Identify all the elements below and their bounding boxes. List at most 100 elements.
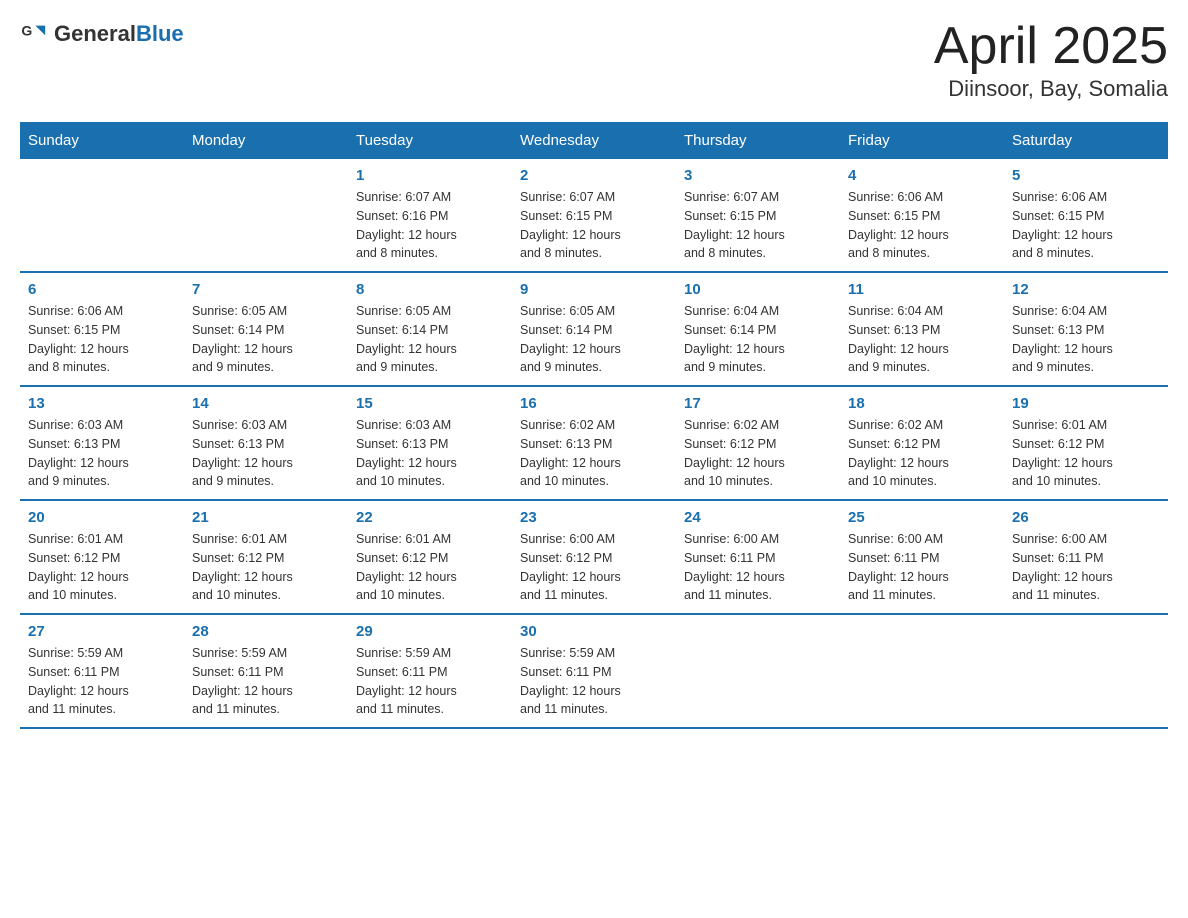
day-info: Sunrise: 6:00 AMSunset: 6:12 PMDaylight:…: [520, 530, 668, 605]
calendar-day-cell: 13 Sunrise: 6:03 AMSunset: 6:13 PMDayligh…: [20, 386, 184, 500]
day-number: 6: [28, 281, 176, 298]
day-info: Sunrise: 6:05 AMSunset: 6:14 PMDaylight:…: [192, 302, 340, 377]
day-number: 9: [520, 281, 668, 298]
day-number: 4: [848, 167, 996, 184]
day-of-week-header: Tuesday: [348, 122, 512, 159]
calendar-day-cell: 7 Sunrise: 6:05 AMSunset: 6:14 PMDaylight…: [184, 272, 348, 386]
calendar-day-cell: 27 Sunrise: 5:59 AMSunset: 6:11 PMDayligh…: [20, 614, 184, 728]
calendar-day-cell: 21 Sunrise: 6:01 AMSunset: 6:12 PMDayligh…: [184, 500, 348, 614]
logo-icon: G: [20, 20, 48, 48]
day-info: Sunrise: 5:59 AMSunset: 6:11 PMDaylight:…: [520, 644, 668, 719]
calendar-day-cell: 25Sunrise: 6:00 AMSunset: 6:11 PMDayligh…: [840, 500, 1004, 614]
calendar-subtitle: Diinsoor, Bay, Somalia: [934, 76, 1168, 102]
day-info: Sunrise: 6:03 AMSunset: 6:13 PMDaylight:…: [28, 416, 176, 491]
calendar-day-cell: 9 Sunrise: 6:05 AMSunset: 6:14 PMDaylight…: [512, 272, 676, 386]
day-info: Sunrise: 5:59 AMSunset: 6:11 PMDaylight:…: [28, 644, 176, 719]
page-header: G GeneralBlue April 2025 Diinsoor, Bay, …: [20, 20, 1168, 102]
day-info: Sunrise: 6:05 AMSunset: 6:14 PMDaylight:…: [356, 302, 504, 377]
calendar-day-cell: 19Sunrise: 6:01 AMSunset: 6:12 PMDayligh…: [1004, 386, 1168, 500]
day-number: 17: [684, 395, 832, 412]
title-block: April 2025 Diinsoor, Bay, Somalia: [934, 20, 1168, 102]
calendar-day-cell: 12 Sunrise: 6:04 AMSunset: 6:13 PMDayligh…: [1004, 272, 1168, 386]
calendar-day-cell: 20Sunrise: 6:01 AMSunset: 6:12 PMDayligh…: [20, 500, 184, 614]
day-number: 12: [1012, 281, 1160, 298]
day-info: Sunrise: 6:04 AMSunset: 6:13 PMDaylight:…: [1012, 302, 1160, 377]
day-number: 13: [28, 395, 176, 412]
day-of-week-header: Wednesday: [512, 122, 676, 159]
day-number: 8: [356, 281, 504, 298]
day-info: Sunrise: 6:06 AMSunset: 6:15 PMDaylight:…: [28, 302, 176, 377]
day-of-week-header: Thursday: [676, 122, 840, 159]
day-info: Sunrise: 6:07 AMSunset: 6:16 PMDaylight:…: [356, 188, 504, 263]
calendar-week-row: 27 Sunrise: 5:59 AMSunset: 6:11 PMDayligh…: [20, 614, 1168, 728]
day-number: 29: [356, 623, 504, 640]
calendar-day-cell: 4 Sunrise: 6:06 AMSunset: 6:15 PMDaylight…: [840, 159, 1004, 272]
day-info: Sunrise: 6:04 AMSunset: 6:14 PMDaylight:…: [684, 302, 832, 377]
day-info: Sunrise: 6:04 AMSunset: 6:13 PMDaylight:…: [848, 302, 996, 377]
day-number: 22: [356, 509, 504, 526]
calendar-day-cell: [1004, 614, 1168, 728]
day-info: Sunrise: 6:00 AMSunset: 6:11 PMDaylight:…: [848, 530, 996, 605]
calendar-day-cell: 29 Sunrise: 5:59 AMSunset: 6:11 PMDayligh…: [348, 614, 512, 728]
calendar-title: April 2025: [934, 20, 1168, 72]
day-info: Sunrise: 5:59 AMSunset: 6:11 PMDaylight:…: [192, 644, 340, 719]
day-info: Sunrise: 6:00 AMSunset: 6:11 PMDaylight:…: [1012, 530, 1160, 605]
calendar-day-cell: 30Sunrise: 5:59 AMSunset: 6:11 PMDayligh…: [512, 614, 676, 728]
calendar-day-cell: 2 Sunrise: 6:07 AMSunset: 6:15 PMDaylight…: [512, 159, 676, 272]
calendar-day-cell: 1 Sunrise: 6:07 AMSunset: 6:16 PMDaylight…: [348, 159, 512, 272]
day-number: 27: [28, 623, 176, 640]
day-info: Sunrise: 6:03 AMSunset: 6:13 PMDaylight:…: [356, 416, 504, 491]
calendar-day-cell: 11 Sunrise: 6:04 AMSunset: 6:13 PMDayligh…: [840, 272, 1004, 386]
day-info: Sunrise: 5:59 AMSunset: 6:11 PMDaylight:…: [356, 644, 504, 719]
calendar-header-row: SundayMondayTuesdayWednesdayThursdayFrid…: [20, 122, 1168, 159]
day-info: Sunrise: 6:06 AMSunset: 6:15 PMDaylight:…: [848, 188, 996, 263]
day-info: Sunrise: 6:03 AMSunset: 6:13 PMDaylight:…: [192, 416, 340, 491]
day-number: 3: [684, 167, 832, 184]
day-info: Sunrise: 6:02 AMSunset: 6:12 PMDaylight:…: [684, 416, 832, 491]
day-info: Sunrise: 6:01 AMSunset: 6:12 PMDaylight:…: [356, 530, 504, 605]
day-number: 26: [1012, 509, 1160, 526]
calendar-day-cell: 22 Sunrise: 6:01 AMSunset: 6:12 PMDayligh…: [348, 500, 512, 614]
day-number: 15: [356, 395, 504, 412]
logo-general-text: General: [54, 21, 136, 46]
calendar-week-row: 6 Sunrise: 6:06 AMSunset: 6:15 PMDaylight…: [20, 272, 1168, 386]
logo: G GeneralBlue: [20, 20, 184, 48]
day-info: Sunrise: 6:06 AMSunset: 6:15 PMDaylight:…: [1012, 188, 1160, 263]
logo-blue-text: Blue: [136, 21, 184, 46]
calendar-day-cell: [676, 614, 840, 728]
day-number: 5: [1012, 167, 1160, 184]
calendar-day-cell: [184, 159, 348, 272]
calendar-week-row: 20 Sunrise: 6:01 AMSunset: 6:12 PMDayligh…: [20, 500, 1168, 614]
day-info: Sunrise: 6:01 AMSunset: 6:12 PMDaylight:…: [192, 530, 340, 605]
day-number: 16: [520, 395, 668, 412]
day-number: 10: [684, 281, 832, 298]
day-number: 23: [520, 509, 668, 526]
day-number: 11: [848, 281, 996, 298]
day-number: 21: [192, 509, 340, 526]
calendar-week-row: 13 Sunrise: 6:03 AMSunset: 6:13 PMDayligh…: [20, 386, 1168, 500]
day-of-week-header: Sunday: [20, 122, 184, 159]
day-number: 18: [848, 395, 996, 412]
day-of-week-header: Monday: [184, 122, 348, 159]
calendar-week-row: 1 Sunrise: 6:07 AMSunset: 6:16 PMDaylight…: [20, 159, 1168, 272]
calendar-day-cell: 5 Sunrise: 6:06 AMSunset: 6:15 PMDaylight…: [1004, 159, 1168, 272]
day-number: 7: [192, 281, 340, 298]
day-info: Sunrise: 6:07 AMSunset: 6:15 PMDaylight:…: [520, 188, 668, 263]
day-number: 20: [28, 509, 176, 526]
day-number: 1: [356, 167, 504, 184]
calendar-day-cell: 18 Sunrise: 6:02 AMSunset: 6:12 PMDayligh…: [840, 386, 1004, 500]
calendar-day-cell: 17 Sunrise: 6:02 AMSunset: 6:12 PMDayligh…: [676, 386, 840, 500]
calendar-day-cell: 26 Sunrise: 6:00 AMSunset: 6:11 PMDayligh…: [1004, 500, 1168, 614]
day-info: Sunrise: 6:02 AMSunset: 6:13 PMDaylight:…: [520, 416, 668, 491]
calendar-day-cell: 24Sunrise: 6:00 AMSunset: 6:11 PMDayligh…: [676, 500, 840, 614]
calendar-day-cell: 14Sunrise: 6:03 AMSunset: 6:13 PMDayligh…: [184, 386, 348, 500]
calendar-day-cell: 23 Sunrise: 6:00 AMSunset: 6:12 PMDayligh…: [512, 500, 676, 614]
calendar-table: SundayMondayTuesdayWednesdayThursdayFrid…: [20, 122, 1168, 729]
day-info: Sunrise: 6:02 AMSunset: 6:12 PMDaylight:…: [848, 416, 996, 491]
day-number: 2: [520, 167, 668, 184]
day-info: Sunrise: 6:00 AMSunset: 6:11 PMDaylight:…: [684, 530, 832, 605]
day-info: Sunrise: 6:05 AMSunset: 6:14 PMDaylight:…: [520, 302, 668, 377]
calendar-day-cell: 10 Sunrise: 6:04 AMSunset: 6:14 PMDayligh…: [676, 272, 840, 386]
calendar-day-cell: [20, 159, 184, 272]
calendar-day-cell: 6 Sunrise: 6:06 AMSunset: 6:15 PMDaylight…: [20, 272, 184, 386]
